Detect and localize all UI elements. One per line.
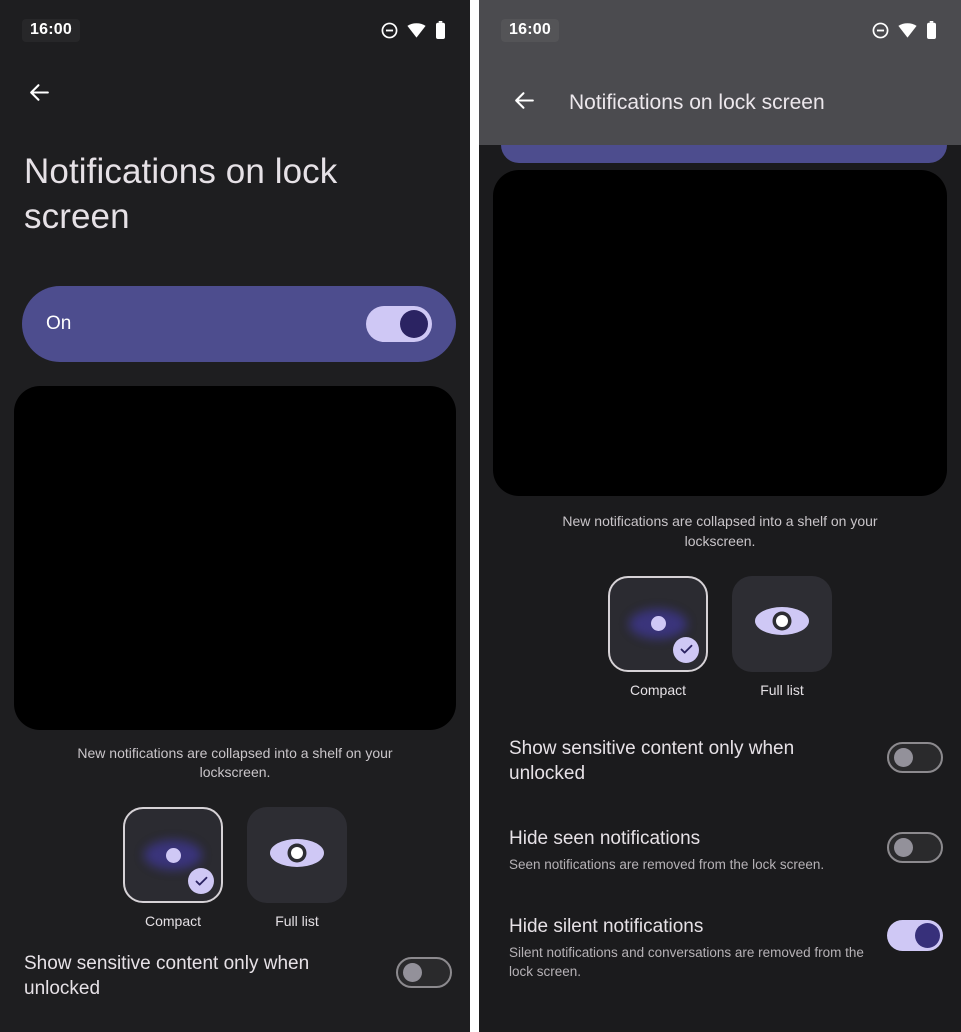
battery-icon — [435, 21, 446, 39]
status-bar-icons — [381, 21, 446, 39]
selected-check-icon — [188, 868, 214, 895]
back-row-left — [0, 60, 470, 130]
arrow-back-icon — [27, 80, 52, 110]
row-title: Hide seen notifications — [509, 827, 701, 849]
option-full-list-label: Full list — [275, 913, 319, 930]
left-screen: 16:00 Notifications on lock screen On Ne… — [0, 0, 470, 1032]
option-full-list[interactable]: Full list — [247, 807, 347, 929]
option-compact[interactable]: Compact — [123, 807, 223, 929]
option-compact[interactable]: Compact — [608, 575, 708, 698]
panel-divider — [470, 0, 479, 1032]
status-bar-icons — [872, 21, 937, 39]
row-title: Show sensitive content only when unlocke… — [509, 737, 795, 784]
master-toggle-label: On — [46, 312, 72, 334]
collapsed-appbar: 16:00 Notifications on lock screen — [479, 0, 961, 145]
row-texts: Hide silent notifications Silent notific… — [509, 914, 871, 981]
dnd-icon — [381, 22, 398, 39]
right-screen: 16:00 Notifications on lock screen New n… — [479, 0, 961, 1032]
option-compact-label: Compact — [144, 913, 202, 930]
row-show-sensitive-content[interactable]: Show sensitive content only when unlocke… — [479, 716, 961, 806]
row-title: Hide silent notifications — [509, 916, 704, 938]
row-hide-silent-notifications[interactable]: Hide silent notifications Silent notific… — [479, 894, 961, 1001]
option-full-list-label: Full list — [760, 681, 804, 698]
eye-icon — [752, 601, 812, 646]
lockscreen-preview-card — [14, 385, 456, 730]
option-full-list-tile[interactable] — [247, 807, 347, 904]
lockscreen-preview-card — [493, 170, 947, 496]
status-bar-right: 16:00 — [479, 0, 961, 60]
row-subtitle: Seen notifications are removed from the … — [509, 856, 825, 872]
status-bar-clock: 16:00 — [501, 18, 559, 42]
settings-scroll-area[interactable]: New notifications are collapsed into a s… — [479, 170, 961, 1032]
option-compact-tile[interactable] — [123, 807, 223, 904]
eye-icon — [267, 833, 327, 878]
appbar-title: Notifications on lock screen — [569, 90, 825, 114]
preview-helper-text: New notifications are collapsed into a s… — [562, 513, 878, 549]
dnd-icon — [872, 22, 889, 39]
row-texts: Show sensitive content only when unlocke… — [509, 736, 871, 786]
row-toggle[interactable] — [396, 957, 452, 989]
dual-screenshot-container: 16:00 Notifications on lock screen On Ne… — [0, 0, 961, 1032]
battery-icon — [926, 21, 937, 39]
row-texts: Show sensitive content only when unlocke… — [24, 951, 380, 1001]
status-bar-left: 16:00 — [0, 0, 470, 60]
option-full-list[interactable]: Full list — [732, 575, 832, 698]
style-options-left: Compact Full list — [0, 783, 470, 929]
master-toggle-banner[interactable]: On — [22, 285, 456, 362]
page-title: Notifications on lock screen — [24, 152, 338, 236]
wifi-icon — [898, 22, 917, 38]
row-toggle[interactable] — [887, 741, 943, 773]
master-toggle-banner-partial[interactable] — [501, 145, 947, 163]
selected-check-icon — [673, 636, 699, 663]
style-options-right: Compact Full list — [479, 552, 961, 698]
appbar-row: Notifications on lock screen — [479, 60, 961, 145]
arrow-back-icon — [512, 88, 537, 118]
row-show-sensitive-content-cut[interactable]: Show sensitive content only when unlocke… — [0, 929, 470, 1001]
row-toggle[interactable] — [887, 831, 943, 863]
row-toggle[interactable] — [887, 920, 943, 952]
option-compact-label: Compact — [629, 681, 687, 698]
row-texts: Hide seen notifications Seen notificatio… — [509, 826, 871, 874]
wifi-icon — [407, 22, 426, 38]
row-subtitle: Silent notifications and conversations a… — [509, 945, 864, 980]
status-bar-clock: 16:00 — [22, 18, 80, 42]
row-hide-seen-notifications[interactable]: Hide seen notifications Seen notificatio… — [479, 806, 961, 894]
master-toggle-switch[interactable] — [366, 305, 432, 342]
preview-helper-text: New notifications are collapsed into a s… — [77, 744, 393, 781]
option-full-list-tile[interactable] — [732, 575, 832, 672]
back-button[interactable] — [501, 80, 547, 126]
row-title: Show sensitive content only when unlocke… — [24, 953, 310, 1000]
back-button[interactable] — [16, 72, 62, 118]
settings-rows: Show sensitive content only when unlocke… — [479, 698, 961, 1002]
option-compact-tile[interactable] — [608, 575, 708, 672]
